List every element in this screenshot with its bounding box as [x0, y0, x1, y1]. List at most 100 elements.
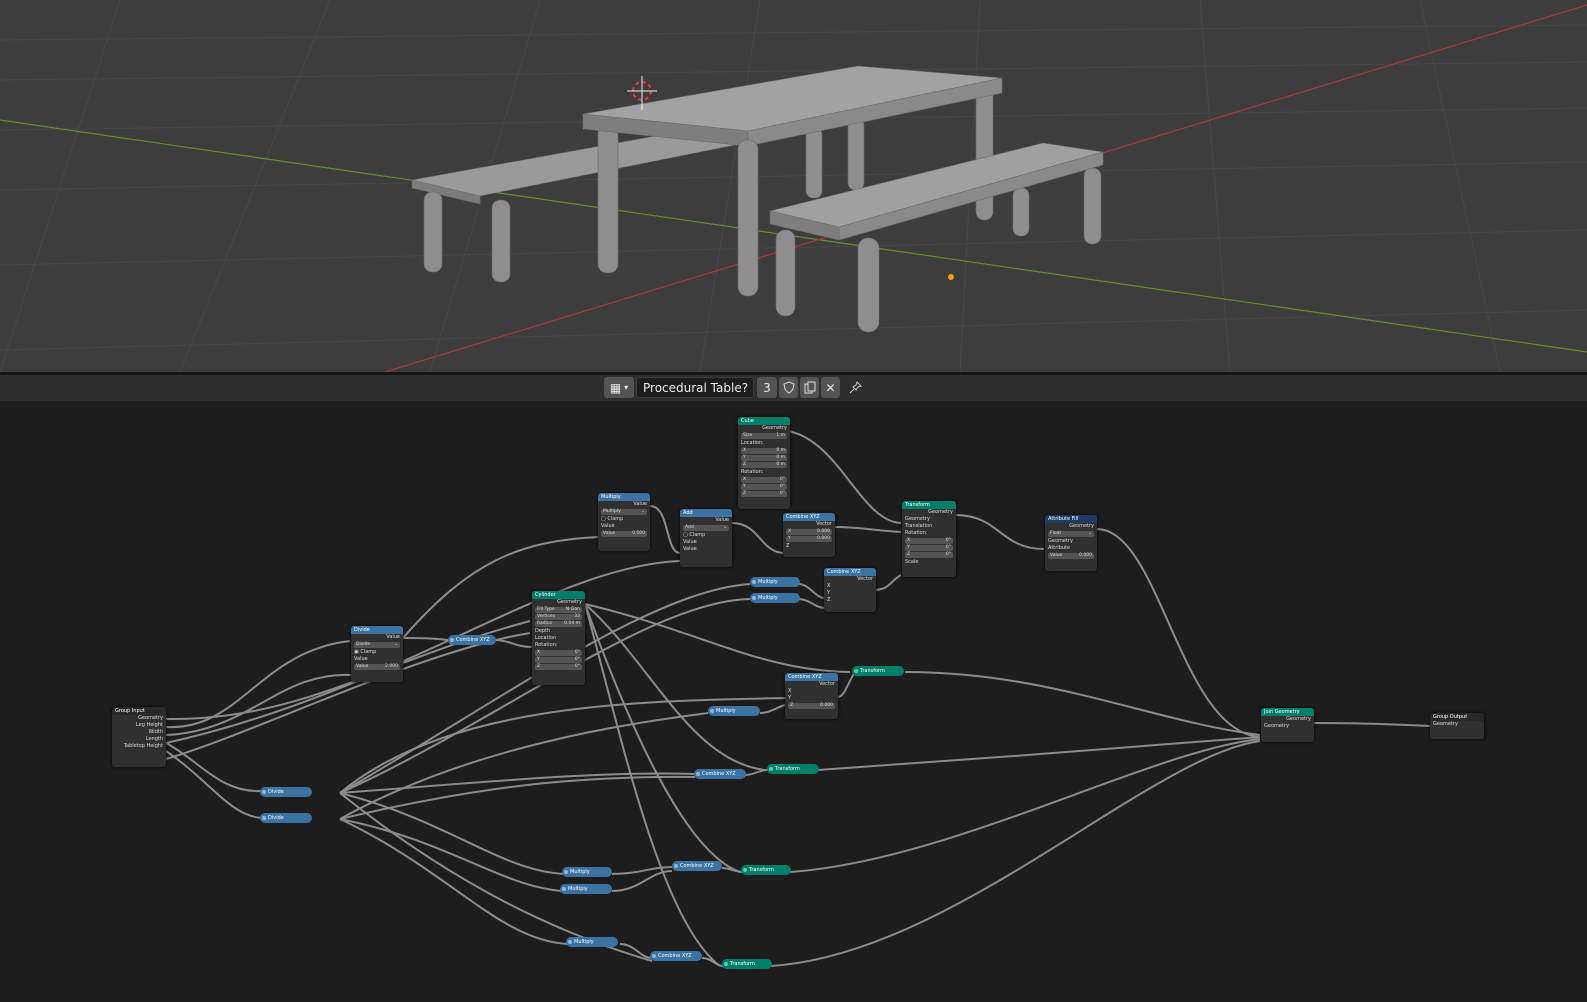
group-input-node[interactable]: Group Input Geometry Leg Height Width Le… — [112, 707, 166, 767]
input-value: Value — [354, 656, 368, 662]
field-label: Value — [603, 531, 616, 536]
divide-node[interactable]: Divide Value Divide ⌄ ▣ Clamp Value Value… — [351, 626, 403, 682]
combine-xyz-collapsed-node[interactable]: Combine XYZ — [694, 769, 746, 779]
clamp-label: Clamp — [607, 516, 624, 522]
3d-viewport[interactable] — [0, 0, 1587, 372]
rotation-x-field[interactable]: X 0° — [741, 477, 787, 483]
radius-field[interactable]: Radius 0.04 m — [535, 621, 582, 627]
cube-node[interactable]: Cube Geometry Size 1 m Location: X 0 m Y 0 … — [738, 417, 790, 509]
close-icon[interactable]: ✕ — [821, 377, 840, 398]
input-attribute[interactable]: Attribute — [1045, 545, 1097, 552]
location-x-field[interactable]: X 0 m — [741, 448, 787, 454]
field-label: Radius — [537, 621, 553, 626]
multiply-collapsed-node[interactable]: Multiply — [750, 577, 800, 587]
field-value: 0° — [945, 552, 951, 557]
axis-label: Y — [788, 536, 791, 541]
location-z-field[interactable]: Z 0 m — [741, 462, 787, 468]
combine-xyz-collapsed-node[interactable]: Combine XYZ — [448, 635, 496, 645]
node-title: Cylinder — [532, 591, 585, 599]
attribute-fill-node[interactable]: Attribute Fill Geometry Float ⌄ Geometry … — [1045, 515, 1097, 571]
operation-dropdown[interactable]: Add ⌄ — [683, 525, 729, 531]
x-field[interactable]: X 0.000 — [786, 529, 832, 535]
group-output-node[interactable]: Group Output Geometry — [1430, 713, 1484, 739]
output-length: Length — [145, 736, 163, 742]
node-title: Attribute Fill — [1045, 515, 1097, 523]
field-value: 0 m — [776, 455, 785, 460]
output-leg-height: Leg Height — [135, 722, 163, 728]
value-field[interactable]: Value 2.000 — [354, 664, 400, 670]
add-node[interactable]: Add Value Add ⌄ ▢ Clamp Value Value — [680, 509, 732, 567]
value-field[interactable]: Value 0.500 — [601, 531, 647, 537]
value-field[interactable]: Value 0.000 — [1048, 553, 1094, 559]
combine-xyz-node[interactable]: Combine XYZ Vector X 0.000 Y 0.000 Z — [783, 513, 835, 557]
transform-node[interactable]: Transform Geometry Geometry Translation … — [902, 501, 956, 577]
field-value: 0° — [945, 538, 951, 543]
rotation-z-field[interactable]: Z 0° — [905, 552, 953, 558]
combine-xyz-collapsed-node[interactable]: Combine XYZ — [672, 861, 722, 871]
rotation-z-field[interactable]: Z 0° — [741, 491, 787, 497]
transform-collapsed-node[interactable]: Transform — [722, 959, 772, 969]
transform-collapsed-node[interactable]: Transform — [741, 865, 791, 875]
chevron-down-icon: ⌄ — [394, 642, 398, 647]
rotation-y-field[interactable]: Y 0° — [741, 484, 787, 490]
node-tree-name-field[interactable]: Procedural Table? — [636, 377, 754, 398]
transform-collapsed-node[interactable]: Transform — [767, 764, 819, 774]
rotation-y-field[interactable]: Y 0° — [535, 657, 582, 663]
clamp-checkbox[interactable]: ▢ Clamp — [598, 516, 650, 523]
fake-user-shield-icon[interactable] — [779, 377, 798, 398]
combine-xyz-collapsed-node[interactable]: Combine XYZ — [650, 951, 702, 961]
y-field[interactable]: Y 0.000 — [786, 536, 832, 542]
multiply-node[interactable]: Multiply Value Multiply ⌄ ▢ Clamp Value V… — [598, 493, 650, 551]
vertices-field[interactable]: Vertices 32 — [535, 614, 582, 620]
location-label: Location: — [741, 440, 764, 446]
rotation-x-field[interactable]: X 0° — [535, 650, 582, 656]
divide-collapsed-node[interactable]: Divide — [260, 813, 312, 823]
data-type-dropdown[interactable]: Float ⌄ — [1048, 531, 1094, 537]
chevron-down-icon: ⌄ — [1088, 531, 1092, 536]
operation-dropdown[interactable]: Multiply ⌄ — [601, 509, 647, 515]
fill-type-dropdown[interactable]: Fill Type N-Gon — [535, 607, 582, 613]
rotation-y-field[interactable]: Y 0° — [905, 545, 953, 551]
duplicate-icon[interactable] — [800, 377, 819, 398]
divide-collapsed-node[interactable]: Divide — [260, 787, 312, 797]
geometry-node-editor[interactable]: Group Input Geometry Leg Height Width Le… — [0, 401, 1587, 1002]
user-count-button[interactable]: 3 — [757, 377, 777, 398]
object-origin-dot[interactable] — [948, 274, 954, 280]
input-y: Y — [827, 590, 831, 596]
axis-label: Z — [743, 462, 747, 467]
axis-label: X — [537, 650, 541, 655]
node-title: Group Output — [1430, 713, 1484, 721]
dropdown-value: Add — [685, 525, 694, 530]
input-value-1: Value — [683, 539, 697, 545]
join-geometry-node[interactable]: Join Geometry Geometry Geometry — [1261, 708, 1314, 742]
multiply-collapsed-node[interactable]: Multiply — [566, 937, 618, 947]
size-label: Size — [743, 433, 753, 438]
axis-label: Y — [537, 657, 540, 662]
multiply-collapsed-node[interactable]: Multiply — [560, 884, 612, 894]
clamp-checkbox[interactable]: ▢ Clamp — [680, 532, 732, 539]
z-field[interactable]: Z 0.000 — [788, 703, 835, 709]
transform-collapsed-node[interactable]: Transform — [852, 666, 904, 676]
axis-label: X — [743, 448, 747, 453]
rotation-label: Rotation: — [535, 642, 558, 648]
combine-xyz-node[interactable]: Combine XYZ Vector X Y Z — [824, 568, 876, 612]
multiply-collapsed-node[interactable]: Multiply — [708, 706, 760, 716]
output-geometry: Geometry — [1069, 523, 1094, 529]
clamp-checkbox[interactable]: ▣ Clamp — [351, 649, 403, 656]
cylinder-node[interactable]: Cylinder Geometry Fill Type N-Gon Vertice… — [532, 591, 585, 685]
combine-xyz-node[interactable]: Combine XYZ Vector X Y Z 0.000 — [785, 673, 838, 719]
node-tree-browse-button[interactable]: ▦ ▾ — [604, 377, 634, 398]
axis-label: Y — [743, 484, 746, 489]
output-vector: Vector — [816, 521, 832, 527]
operation-dropdown[interactable]: Divide ⌄ — [354, 642, 400, 648]
pin-icon[interactable] — [845, 377, 865, 398]
rotation-z-field[interactable]: Z 0° — [535, 664, 582, 670]
location-y-field[interactable]: Y 0 m — [741, 455, 787, 461]
field-value: 0° — [779, 477, 785, 482]
multiply-collapsed-node[interactable]: Multiply — [750, 593, 800, 603]
size-field[interactable]: Size 1 m — [741, 433, 787, 439]
rotation-x-field[interactable]: X 0° — [905, 538, 953, 544]
picnic-table-model[interactable] — [411, 65, 1104, 333]
multiply-collapsed-node[interactable]: Multiply — [562, 867, 612, 877]
input-value-2: Value — [683, 546, 697, 552]
